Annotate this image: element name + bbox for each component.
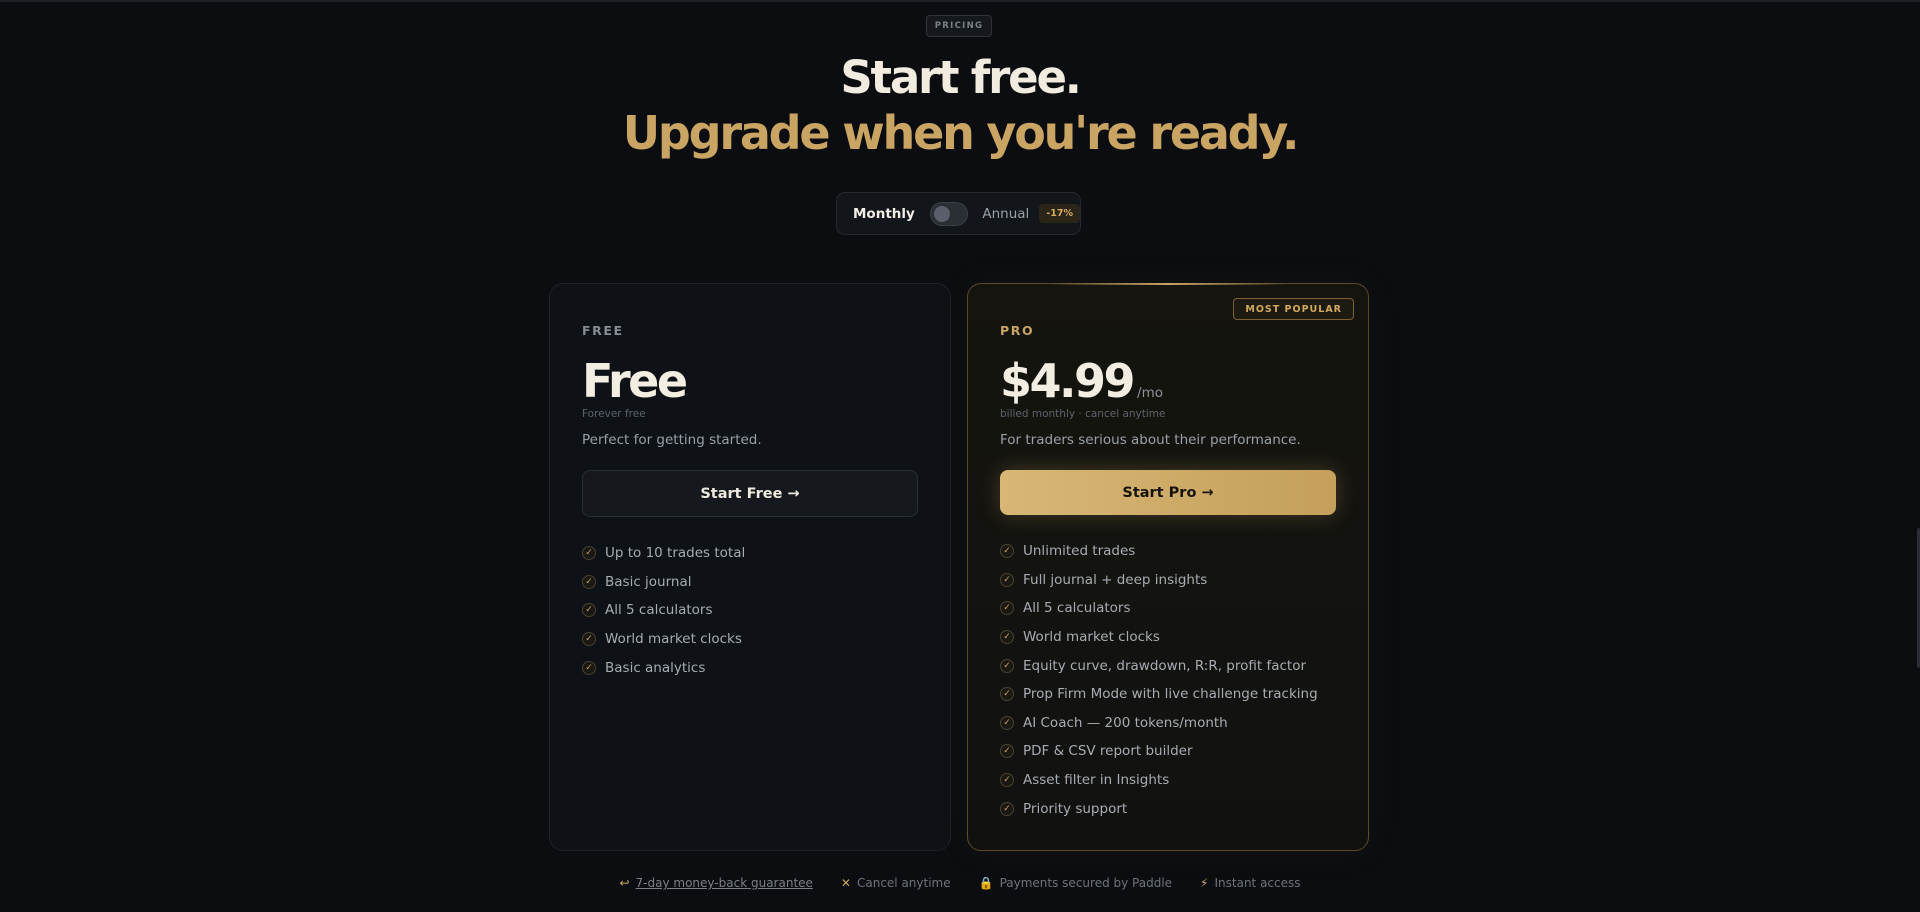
check-icon: ✓ (582, 603, 596, 618)
billing-monthly-label[interactable]: Monthly (853, 206, 915, 222)
feature-item: ✓ Basic journal (582, 568, 745, 597)
check-icon: ✓ (1000, 744, 1014, 759)
feature-item: ✓ Priority support (1000, 794, 1318, 823)
headline-secondary: Upgrade when you're ready. (622, 106, 1300, 160)
cross-icon: ✕ (840, 876, 851, 890)
plan-feature-list: ✓ Unlimited trades ✓ Full journal + deep i… (1000, 537, 1318, 823)
check-icon: ✓ (1000, 544, 1014, 559)
feature-label: All 5 calculators (1023, 600, 1131, 617)
feature-label: World market clocks (1023, 629, 1160, 646)
guarantee-item: ↩ 7-day money-back guarantee (619, 876, 812, 890)
feature-item: ✓ Unlimited trades (1000, 537, 1318, 566)
instant-item: ⚡ Instant access (1200, 876, 1300, 890)
billing-toggle: Monthly Annual -17% (836, 192, 1081, 235)
feature-item: ✓ Basic analytics (582, 653, 745, 682)
pricing-eyebrow: PRICING (926, 15, 992, 37)
return-arrow-icon: ↩ (619, 876, 630, 890)
plan-tier-label: PRO (1000, 323, 1035, 338)
top-divider (0, 0, 1920, 2)
guarantee-link[interactable]: 7-day money-back guarantee (636, 876, 813, 890)
pricing-page: PRICING Start free. Upgrade when you're … (0, 0, 1920, 912)
plan-price-row: Free (582, 354, 688, 408)
feature-label: World market clocks (605, 631, 742, 648)
feature-label: Up to 10 trades total (605, 545, 746, 562)
feature-label: Full journal + deep insights (1023, 571, 1208, 588)
plan-price: $4.99 (1000, 354, 1136, 408)
plan-feature-list: ✓ Up to 10 trades total ✓ Basic journal ✓ A… (582, 539, 745, 682)
check-icon: ✓ (582, 574, 596, 589)
secure-label: Payments secured by Paddle (999, 876, 1173, 890)
feature-label: AI Coach — 200 tokens/month (1023, 714, 1228, 731)
plan-price-period: /mo (1137, 385, 1163, 401)
check-icon: ✓ (1000, 658, 1014, 673)
feature-item: ✓ Equity curve, drawdown, R:R, profit fac… (1000, 651, 1318, 680)
feature-item: ✓ Asset filter in Insights (1000, 766, 1318, 795)
start-free-button[interactable]: Start Free → (582, 470, 918, 517)
feature-item: ✓ All 5 calculators (582, 596, 745, 625)
plan-price-row: $4.99 /mo (1000, 354, 1163, 408)
plan-price: Free (582, 354, 688, 408)
headline-primary: Start free. (840, 51, 1082, 104)
check-icon: ✓ (1000, 630, 1014, 645)
feature-label: PDF & CSV report builder (1023, 743, 1193, 760)
plan-price-note: billed monthly · cancel anytime (1000, 408, 1166, 420)
plan-card-pro: MOST POPULAR PRO $4.99 /mo billed monthl… (967, 283, 1369, 851)
feature-item: ✓ World market clocks (1000, 623, 1318, 652)
feature-item: ✓ AI Coach — 200 tokens/month (1000, 709, 1318, 738)
feature-item: ✓ World market clocks (582, 625, 745, 654)
feature-label: Unlimited trades (1023, 543, 1136, 560)
feature-label: Basic analytics (605, 659, 706, 676)
annual-discount-badge: -17% (1039, 204, 1080, 223)
secure-item: 🔒 Payments secured by Paddle (979, 876, 1172, 890)
feature-label: Prop Firm Mode with live challenge track… (1023, 686, 1318, 703)
check-icon: ✓ (1000, 801, 1014, 816)
start-pro-button[interactable]: Start Pro → (1000, 470, 1336, 515)
trust-footer: ↩ 7-day money-back guarantee ✕ Cancel an… (0, 876, 1920, 890)
plan-tier-label: FREE (582, 323, 624, 338)
plan-card-free: FREE Free Forever free Perfect for getti… (549, 283, 951, 851)
feature-label: Asset filter in Insights (1023, 772, 1170, 789)
feature-item: ✓ All 5 calculators (1000, 594, 1318, 623)
instant-label: Instant access (1214, 876, 1301, 890)
feature-label: Basic journal (605, 573, 692, 590)
check-icon: ✓ (1000, 601, 1014, 616)
billing-annual-label[interactable]: Annual (982, 206, 1029, 222)
check-icon: ✓ (1000, 687, 1014, 702)
plan-price-note: Forever free (582, 408, 646, 420)
lightning-icon: ⚡ (1200, 876, 1209, 890)
plan-description: Perfect for getting started. (582, 432, 762, 448)
pro-card-glow (1048, 283, 1288, 285)
feature-label: Equity curve, drawdown, R:R, profit fact… (1023, 657, 1307, 674)
billing-switch[interactable] (929, 201, 969, 226)
check-icon: ✓ (582, 546, 596, 561)
feature-item: ✓ PDF & CSV report builder (1000, 737, 1318, 766)
most-popular-badge: MOST POPULAR (1233, 298, 1354, 320)
billing-switch-knob (933, 205, 950, 222)
cancel-item: ✕ Cancel anytime (841, 876, 951, 890)
cancel-label: Cancel anytime (856, 876, 951, 890)
check-icon: ✓ (582, 660, 596, 675)
lock-icon: 🔒 (978, 876, 994, 890)
feature-item: ✓ Up to 10 trades total (582, 539, 745, 568)
feature-item: ✓ Full journal + deep insights (1000, 566, 1318, 595)
feature-item: ✓ Prop Firm Mode with live challenge trac… (1000, 680, 1318, 709)
check-icon: ✓ (1000, 572, 1014, 587)
feature-label: All 5 calculators (605, 602, 713, 619)
check-icon: ✓ (582, 632, 596, 647)
check-icon: ✓ (1000, 715, 1014, 730)
check-icon: ✓ (1000, 773, 1014, 788)
plan-description: For traders serious about their performa… (1000, 432, 1301, 448)
feature-label: Priority support (1023, 800, 1128, 817)
